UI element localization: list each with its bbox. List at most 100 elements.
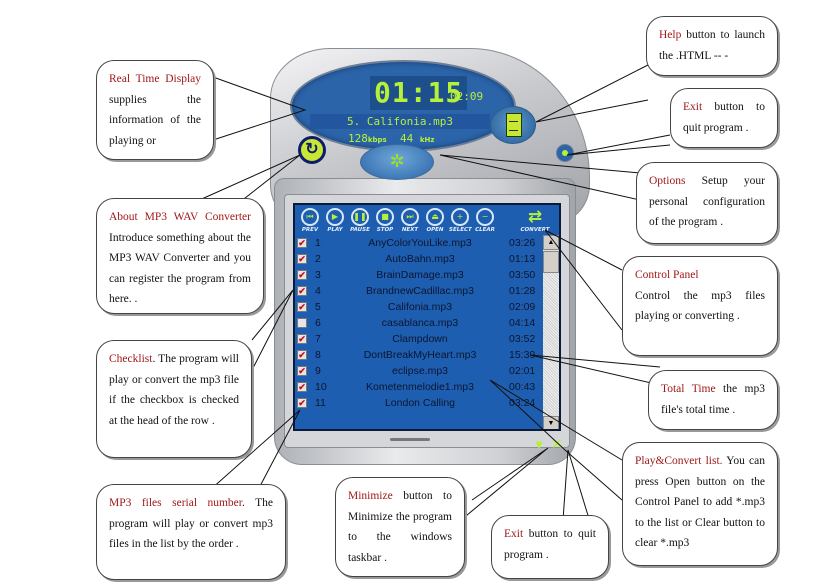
control-button-select[interactable]: + SELECT: [449, 208, 472, 233]
options-button[interactable]: ✲: [360, 144, 434, 180]
callout-title: Exit: [504, 528, 524, 540]
control-button-clear[interactable]: − CLEAR: [474, 208, 496, 233]
serial-number: 11: [315, 397, 326, 409]
minus-icon: −: [476, 208, 494, 226]
prev-icon: ⏮: [301, 208, 319, 226]
play-icon: ▶: [326, 208, 344, 226]
file-total-time: 03:24: [509, 397, 536, 409]
callout-title: Real Time Display: [109, 73, 201, 85]
callout-exit-top: Exit button to quit program .: [670, 88, 778, 148]
file-name: DontBreakMyHeart.mp3: [363, 349, 477, 361]
control-label: OPEN: [426, 227, 444, 233]
convert-button[interactable]: ⇄ CONVERT: [517, 207, 553, 233]
playlist-row[interactable]: ✔ 9 eclipse.mp3 02:01: [295, 363, 543, 379]
callout-realtime-display: Real Time Display supplies the informati…: [96, 60, 214, 160]
callout-title: Help: [659, 29, 682, 41]
minimize-icon: ▼: [532, 437, 546, 452]
callout-title: Checklist: [109, 353, 153, 365]
callout-title: Minimize: [348, 490, 393, 502]
playlist-row[interactable]: 6 casablanca.mp3 04:14: [295, 315, 543, 331]
file-name: BrainDamage.mp3: [376, 269, 464, 281]
samplerate-value: 44: [399, 132, 414, 145]
row-checkbox[interactable]: ✔: [297, 238, 307, 248]
row-checkbox[interactable]: ✔: [297, 254, 307, 264]
control-label: PAUSE: [350, 227, 370, 233]
row-checkbox[interactable]: ✔: [297, 302, 307, 312]
row-checkbox[interactable]: ✔: [297, 398, 307, 408]
bitrate-value: 128: [348, 132, 368, 145]
next-icon: ⏭: [401, 208, 419, 226]
row-checkbox[interactable]: ✔: [297, 286, 307, 296]
scroll-up-button[interactable]: ▲: [543, 235, 559, 250]
file-total-time: 03:52: [509, 333, 536, 345]
exit-button-top[interactable]: [556, 144, 574, 162]
file-name: BrandnewCadillac.mp3: [366, 285, 474, 297]
callout-title: Control Panel: [635, 269, 699, 281]
control-button-stop[interactable]: ■ STOP: [374, 208, 396, 233]
file-name: AutoBahn.mp3: [385, 253, 455, 265]
scroll-thumb[interactable]: [543, 251, 559, 273]
scroll-down-button[interactable]: ▼: [543, 416, 559, 429]
control-button-next[interactable]: ⏭ NEXT: [399, 208, 421, 233]
playlist-row[interactable]: ✔ 5 Califonia.mp3 02:09: [295, 299, 543, 315]
total-time-display: 02:09: [450, 90, 484, 103]
control-button-open[interactable]: ⏏ OPEN: [424, 208, 446, 233]
row-checkbox[interactable]: ✔: [297, 382, 307, 392]
control-label: PLAY: [327, 227, 343, 233]
playlist-row[interactable]: ✔ 7 Clampdown 03:52: [295, 331, 543, 347]
bitrate-unit: kbps: [367, 136, 387, 144]
control-button-pause[interactable]: ❚❚ PAUSE: [349, 208, 371, 233]
playlist-row[interactable]: ✔ 10 Kometenmelodie1.mp3 00:43: [295, 379, 543, 395]
help-button[interactable]: [490, 106, 536, 144]
playlist-row[interactable]: ✔ 11 London Calling 03:24: [295, 395, 543, 411]
row-checkbox[interactable]: [297, 318, 307, 328]
row-checkbox[interactable]: ✔: [297, 270, 307, 280]
row-checkbox[interactable]: ✔: [297, 334, 307, 344]
file-name: eclipse.mp3: [391, 365, 449, 377]
control-button-play[interactable]: ▶ PLAY: [324, 208, 346, 233]
current-song: 5. Califonia.mp3: [310, 114, 490, 129]
file-total-time: 02:09: [509, 301, 536, 313]
arrow-up-icon: ▲: [547, 238, 555, 246]
callout-minimize: Minimize button to Minimize the program …: [335, 477, 465, 577]
exit-button-bottom[interactable]: ✕: [550, 437, 564, 452]
file-total-time: 15:39: [509, 349, 536, 361]
callout-control-panel: Control Panel Control the mp3 files playi…: [622, 256, 778, 356]
file-total-time: 01:13: [509, 253, 536, 265]
playlist-row[interactable]: ✔ 2 AutoBahn.mp3 01:13: [295, 251, 543, 267]
about-button[interactable]: ↻: [298, 136, 326, 164]
playlist-row[interactable]: ✔ 8 DontBreakMyHeart.mp3 15:39: [295, 347, 543, 363]
serial-number: 8: [315, 349, 321, 361]
file-total-time: 02:01: [509, 365, 536, 377]
callout-serial-number: MP3 files serial number. The program wil…: [96, 484, 286, 580]
resize-grip: [390, 438, 430, 441]
serial-number: 10: [315, 381, 327, 393]
callout-text: You can press Open button on the Control…: [635, 455, 766, 549]
playlist-row[interactable]: ✔ 3 BrainDamage.mp3 03:50: [295, 267, 543, 283]
control-label: PREV: [301, 227, 319, 233]
file-name: casablanca.mp3: [381, 317, 459, 329]
callout-title: Exit: [683, 101, 703, 113]
control-and-playlist-panel: ⏮ PREV ▶ PLAY ❚❚ PAUSE ■ STOP ⏭ NEXT ⏏ OPEN + SELECT −…: [293, 203, 561, 431]
callout-title: Play&Convert list.: [635, 455, 723, 467]
playlist-row[interactable]: ✔ 4 BrandnewCadillac.mp3 01:28: [295, 283, 543, 299]
serial-number: 3: [315, 269, 321, 281]
control-button-prev[interactable]: ⏮ PREV: [299, 208, 321, 233]
row-checkbox[interactable]: ✔: [297, 366, 307, 376]
control-label: CLEAR: [475, 227, 495, 233]
callout-text: Control the mp3 files playing or convert…: [635, 289, 765, 323]
playlist-scrollbar[interactable]: ▲ ▼: [543, 235, 559, 429]
callout-title: About MP3 WAV Converter: [109, 211, 251, 223]
callout-text: Introduce something about the MP3 WAV Co…: [109, 231, 251, 306]
stop-icon: ■: [376, 208, 394, 226]
minimize-button[interactable]: ▼: [532, 437, 546, 452]
serial-number: 5: [315, 301, 321, 313]
callout-title: Options: [649, 175, 686, 187]
plus-icon: +: [451, 208, 469, 226]
list-frame: ⏮ PREV ▶ PLAY ❚❚ PAUSE ■ STOP ⏭ NEXT ⏏ OPEN + SELECT −…: [284, 194, 570, 448]
refresh-icon: ↻: [305, 141, 319, 158]
playlist-row[interactable]: ✔ 1 AnyColorYouLike.mp3 03:26: [295, 235, 543, 251]
row-checkbox[interactable]: ✔: [297, 350, 307, 360]
play-convert-list: ✔ 1 AnyColorYouLike.mp3 03:26 ✔ 2 AutoBahn.mp3…: [295, 235, 543, 411]
serial-number: 2: [315, 253, 321, 265]
